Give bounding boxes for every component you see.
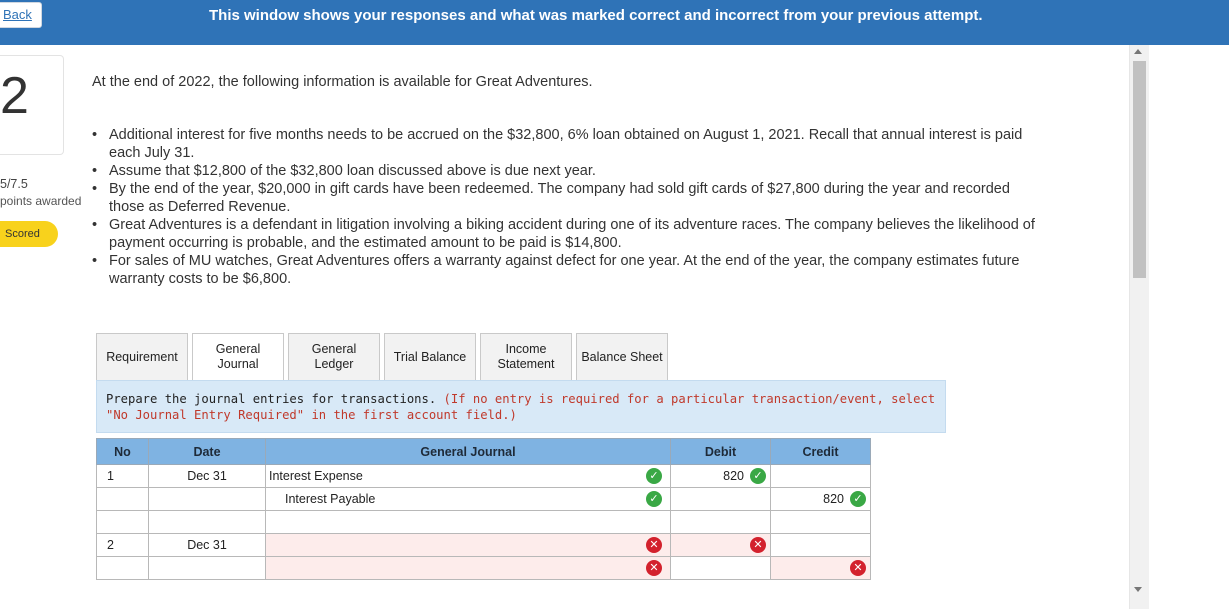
instructions-main: Prepare the journal entries for transact… — [106, 392, 437, 406]
scrollbar-thumb[interactable] — [1133, 61, 1146, 278]
debit-field[interactable] — [670, 510, 771, 534]
scored-status-badge: Scored — [0, 221, 58, 247]
credit-field[interactable] — [770, 464, 871, 488]
tab-requirement[interactable]: Requirement — [96, 333, 188, 381]
table-row: ✕ ✕ — [96, 556, 871, 580]
table-row: 2 Dec 31 ✕ ✕ — [96, 533, 871, 557]
check-icon: ✓ — [646, 491, 662, 507]
question-number: 2 — [0, 67, 29, 125]
credit-field[interactable] — [770, 533, 871, 557]
header-date: Date — [148, 438, 266, 465]
entry-number: 1 — [96, 464, 149, 488]
tab-general-ledger[interactable]: General Ledger — [288, 333, 380, 381]
tab-income-statement[interactable]: Income Statement — [480, 333, 572, 381]
header-credit: Credit — [770, 438, 871, 465]
account-field[interactable]: Interest Payable ✓ — [265, 487, 671, 511]
account-field[interactable]: ✕ — [265, 533, 671, 557]
credit-field[interactable]: 820 ✓ — [770, 487, 871, 511]
tab-bar: Requirement General Journal General Ledg… — [96, 333, 672, 381]
instructions-box: Prepare the journal entries for transact… — [96, 380, 946, 433]
entry-date — [148, 510, 266, 534]
header-debit: Debit — [670, 438, 771, 465]
question-bullet-list: Additional interest for five months need… — [91, 126, 1041, 288]
debit-amount — [744, 492, 770, 506]
attempt-banner: This window shows your responses and wha… — [209, 7, 983, 24]
bullet-item: Assume that $12,800 of the $32,800 loan … — [91, 162, 1041, 180]
table-row — [96, 510, 871, 534]
entry-number — [96, 487, 149, 511]
account-field[interactable]: Interest Expense ✓ — [265, 464, 671, 488]
bullet-item: For sales of MU watches, Great Adventure… — [91, 252, 1041, 288]
x-icon: ✕ — [850, 560, 866, 576]
bullet-item: By the end of the year, $20,000 in gift … — [91, 180, 1041, 216]
bullet-item: Great Adventures is a defendant in litig… — [91, 216, 1041, 252]
account-field[interactable] — [265, 510, 671, 534]
x-icon: ✕ — [646, 537, 662, 553]
bullet-item: Additional interest for five months need… — [91, 126, 1041, 162]
scroll-up-icon[interactable] — [1134, 49, 1142, 54]
header-general-journal: General Journal — [265, 438, 671, 465]
x-icon: ✕ — [646, 560, 662, 576]
journal-header-row: No Date General Journal Debit Credit — [96, 438, 871, 465]
header-no: No — [96, 438, 149, 465]
x-icon: ✕ — [750, 537, 766, 553]
account-name: Interest Payable — [285, 492, 376, 506]
back-button[interactable]: Back — [0, 2, 42, 28]
check-icon: ✓ — [850, 491, 866, 507]
top-bar: Back This window shows your responses an… — [0, 0, 1229, 45]
credit-amount — [844, 469, 870, 483]
journal-table: No Date General Journal Debit Credit 1 D… — [96, 438, 871, 580]
entry-number — [96, 510, 149, 534]
score-value: 5/7.5 — [0, 177, 28, 191]
entry-date: Dec 31 — [148, 533, 266, 557]
entry-date — [148, 487, 266, 511]
account-name — [266, 538, 269, 552]
debit-field[interactable]: 820 ✓ — [670, 464, 771, 488]
check-icon: ✓ — [750, 468, 766, 484]
tab-general-journal[interactable]: General Journal — [192, 333, 284, 381]
entry-number: 2 — [96, 533, 149, 557]
account-name: Interest Expense — [269, 469, 363, 483]
entry-date — [148, 556, 266, 580]
debit-field[interactable] — [670, 487, 771, 511]
entry-number — [96, 556, 149, 580]
debit-field[interactable]: ✕ — [670, 533, 771, 557]
question-intro: At the end of 2022, the following inform… — [92, 74, 593, 90]
tab-balance-sheet[interactable]: Balance Sheet — [576, 333, 668, 381]
points-awarded-label: points awarded — [0, 194, 82, 208]
credit-field[interactable]: ✕ — [770, 556, 871, 580]
scroll-down-icon[interactable] — [1134, 587, 1142, 592]
account-field[interactable]: ✕ — [265, 556, 671, 580]
credit-field[interactable] — [770, 510, 871, 534]
debit-field[interactable] — [670, 556, 771, 580]
back-label: Back — [3, 7, 32, 22]
table-row: Interest Payable ✓ 820 ✓ — [96, 487, 871, 511]
tab-trial-balance[interactable]: Trial Balance — [384, 333, 476, 381]
check-icon: ✓ — [646, 468, 662, 484]
table-row: 1 Dec 31 Interest Expense ✓ 820 ✓ — [96, 464, 871, 488]
entry-date: Dec 31 — [148, 464, 266, 488]
